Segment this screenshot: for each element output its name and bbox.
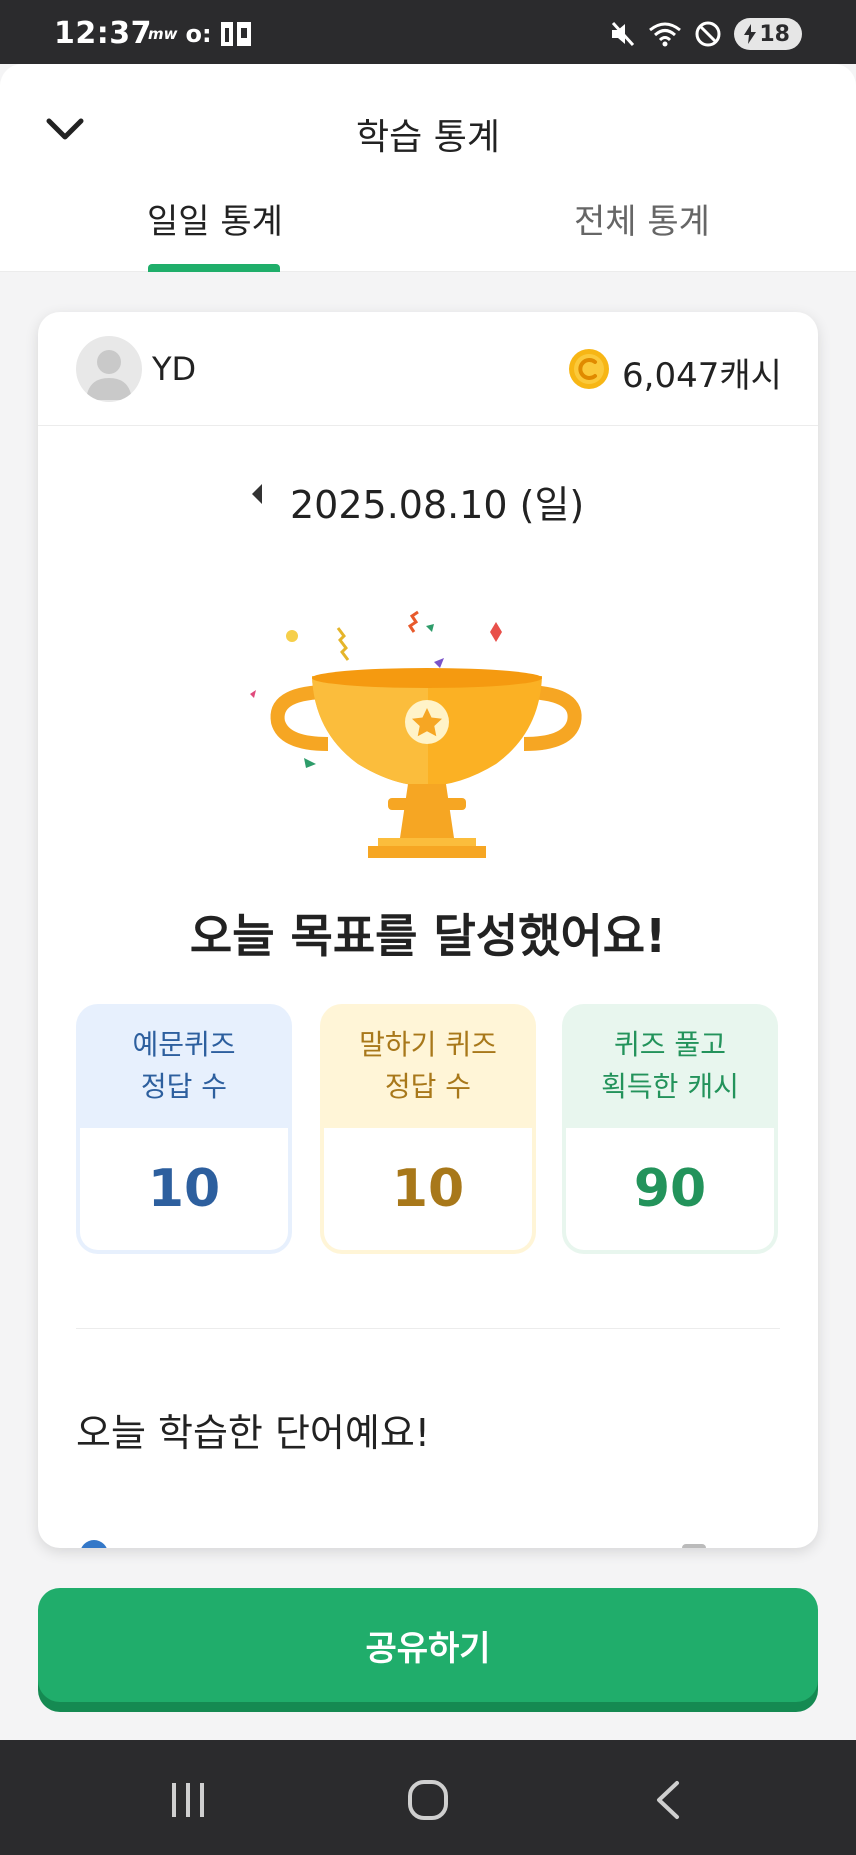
stat-label: 퀴즈 풀고 획득한 캐시	[562, 1004, 778, 1128]
stat-value: 10	[324, 1128, 532, 1250]
learned-words-title: 오늘 학습한 단어예요!	[76, 1411, 431, 1455]
profile-row: YD 6,047캐시	[38, 312, 818, 426]
selected-date: 2025.08.10 (일)	[290, 483, 585, 527]
word-list-item[interactable]	[76, 1538, 780, 1548]
cash-balance: 6,047캐시	[622, 356, 782, 396]
username: YD	[152, 350, 197, 388]
stat-box-sentence-quiz: 예문퀴즈 정답 수 10	[76, 1004, 292, 1254]
stat-label: 말하기 퀴즈 정답 수	[320, 1004, 536, 1128]
tab-total-stats[interactable]: 전체 통계	[512, 194, 772, 243]
status-time: 12:37	[54, 16, 152, 51]
date-selector: 2025.08.10 (일)	[38, 470, 818, 527]
trophy-icon	[250, 610, 582, 858]
battery-level: 18	[759, 21, 790, 47]
n-app-icon	[220, 22, 251, 46]
stat-label-line1: 말하기 퀴즈	[359, 1028, 497, 1061]
stat-value: 10	[80, 1128, 288, 1250]
header: 학습 통계 일일 통계 전체 통계	[0, 64, 856, 272]
tab-daily-stats[interactable]: 일일 통계	[85, 194, 345, 243]
avatar	[76, 336, 142, 402]
o-icon: o:	[185, 20, 212, 48]
recents-button[interactable]	[148, 1770, 228, 1830]
stat-value: 90	[566, 1128, 774, 1250]
back-button[interactable]	[628, 1770, 708, 1830]
wifi-icon	[649, 22, 682, 47]
tab-underline	[148, 264, 280, 272]
stat-label: 예문퀴즈 정답 수	[76, 1004, 292, 1128]
page-title: 학습 통계	[356, 117, 500, 158]
recents-icon	[172, 1783, 204, 1817]
status-notification-icons: mw o:	[148, 20, 252, 48]
stat-label-line1: 퀴즈 풀고	[614, 1028, 726, 1061]
system-nav-bar	[0, 1740, 856, 1855]
goal-message: 오늘 목표를 달성했어요!	[189, 909, 667, 963]
status-system-icons: 18	[610, 18, 802, 50]
status-bar: 12:37 mw o: 18	[0, 0, 856, 64]
stat-box-speaking-quiz: 말하기 퀴즈 정답 수 10	[320, 1004, 536, 1254]
bookmark-icon[interactable]	[682, 1544, 706, 1548]
divider	[76, 1328, 780, 1329]
stat-label-line2: 획득한 캐시	[601, 1070, 739, 1103]
mw-icon: mw	[148, 25, 178, 43]
coin-icon	[569, 349, 609, 389]
battery-indicator: 18	[734, 18, 802, 50]
word-bullet-icon	[80, 1540, 108, 1548]
stat-label-line2: 정답 수	[384, 1070, 472, 1103]
stat-box-earned-cash: 퀴즈 풀고 획득한 캐시 90	[562, 1004, 778, 1254]
prev-arrow-icon[interactable]	[252, 484, 262, 504]
back-icon	[657, 1781, 679, 1819]
home-button[interactable]	[388, 1770, 468, 1830]
charging-icon	[744, 24, 757, 44]
stat-label-line1: 예문퀴즈	[132, 1028, 236, 1061]
home-icon	[408, 1780, 448, 1820]
user-icon	[86, 350, 132, 400]
stat-label-line2: 정답 수	[140, 1070, 228, 1103]
mute-icon	[612, 21, 635, 47]
do-not-disturb-icon	[695, 21, 721, 47]
share-button[interactable]: 공유하기	[38, 1588, 818, 1702]
stats-card: YD 6,047캐시 2025.08.10 (일) 오늘 목표를 달성했어요! …	[38, 312, 818, 1548]
